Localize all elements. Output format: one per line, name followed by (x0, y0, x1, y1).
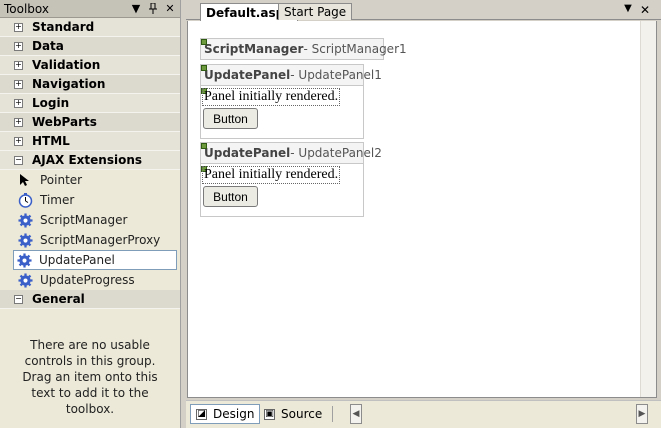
category-label: AJAX Extensions (32, 153, 143, 167)
category-label: Navigation (32, 77, 106, 91)
close-icon[interactable]: ✕ (639, 3, 651, 17)
category-ajax-extensions[interactable]: − AJAX Extensions (0, 151, 180, 170)
toolbox-header: Toolbox ▼ ✕ (0, 0, 180, 18)
category-navigation[interactable]: + Navigation (0, 75, 180, 94)
category-label: WebParts (32, 115, 97, 129)
control-id: - ScriptManager1 (303, 42, 407, 56)
toolbox-item-updatepanel[interactable]: UpdatePanel (13, 250, 177, 270)
design-view-button[interactable]: ◪ Design (190, 404, 261, 424)
source-view-button[interactable]: ▣ Source (259, 404, 327, 424)
toolbox-item-label: ScriptManagerProxy (40, 233, 161, 247)
gear-icon (17, 232, 33, 248)
control-id: - UpdatePanel2 (290, 146, 382, 160)
toolbox-item-label: Timer (40, 193, 75, 207)
scroll-right-icon[interactable]: ▶ (636, 404, 648, 424)
toolbox-title: Toolbox (4, 1, 49, 16)
updatepanel2-header[interactable]: UpdatePanel - UpdatePanel2 (200, 142, 382, 164)
control-kind: UpdatePanel (204, 68, 291, 82)
close-icon[interactable]: ✕ (163, 2, 177, 16)
category-standard[interactable]: + Standard (0, 18, 180, 37)
category-webparts[interactable]: + WebParts (0, 113, 180, 132)
dropdown-icon[interactable]: ▼ (622, 3, 634, 14)
smart-tag-icon (201, 65, 207, 71)
category-label: Standard (32, 20, 95, 34)
gear-icon (16, 252, 32, 268)
pointer-icon (17, 172, 33, 188)
expand-icon[interactable]: + (14, 136, 23, 146)
panel-button[interactable]: Button (203, 108, 258, 129)
category-label: Data (32, 39, 64, 53)
category-label: Login (32, 96, 70, 110)
dropdown-icon[interactable]: ▼ (129, 2, 143, 16)
toolbox-item-updateprogress[interactable]: UpdateProgress (0, 270, 180, 290)
category-validation[interactable]: + Validation (0, 56, 180, 75)
collapse-icon[interactable]: − (14, 155, 23, 165)
source-label: Source (281, 407, 323, 421)
pin-icon[interactable] (146, 2, 160, 16)
category-data[interactable]: + Data (0, 37, 180, 56)
design-label: Design (213, 407, 255, 421)
category-label: Validation (32, 58, 101, 72)
expand-icon[interactable]: + (14, 117, 23, 127)
gear-icon (17, 272, 33, 288)
category-label: General (32, 292, 85, 306)
category-html[interactable]: + HTML (0, 132, 180, 151)
general-empty-message[interactable]: There are no usable controls in this gro… (0, 309, 180, 417)
gear-icon (17, 212, 33, 228)
collapse-icon[interactable]: − (14, 294, 23, 304)
scriptmanager-control[interactable]: ScriptManager - ScriptManager1 (200, 38, 407, 60)
tab-bar: Default.aspx Start Page ▼ ✕ (186, 0, 661, 21)
toolbox-item-scriptmanagerproxy[interactable]: ScriptManagerProxy (0, 230, 180, 250)
vertical-scrollbar[interactable] (640, 21, 656, 397)
panel-button[interactable]: Button (203, 186, 258, 207)
panel-text: Panel initially rendered. (202, 166, 341, 184)
tab-start-page[interactable]: Start Page (278, 3, 353, 20)
document-window: Default.aspx Start Page ▼ ✕ ScriptManage… (186, 0, 661, 428)
expand-icon[interactable]: + (14, 98, 23, 108)
view-switcher-bar: ◪ Design ▣ Source ◀ ▶ (186, 400, 661, 428)
source-icon: ▣ (264, 408, 275, 420)
smart-tag-icon (201, 39, 207, 45)
smart-tag-icon (201, 143, 207, 149)
toolbox-item-timer[interactable]: Timer (0, 190, 180, 210)
category-general[interactable]: − General (0, 290, 180, 309)
timer-icon (17, 192, 33, 208)
toolbox-panel: Toolbox ▼ ✕ + Standard + Data + Validation + Na… (0, 0, 181, 428)
updatepanel2-body[interactable]: Panel initially rendered. Button (200, 164, 364, 217)
expand-icon[interactable]: + (14, 41, 23, 51)
control-id: - UpdatePanel1 (290, 68, 382, 82)
toolbox-item-scriptmanager[interactable]: ScriptManager (0, 210, 180, 230)
toolbox-item-label: UpdateProgress (40, 273, 135, 287)
design-icon: ◪ (196, 408, 207, 420)
toolbox-item-label: ScriptManager (40, 213, 128, 227)
updatepanel1-header[interactable]: UpdatePanel - UpdatePanel1 (200, 64, 382, 86)
toolbox-item-pointer[interactable]: Pointer (0, 170, 180, 190)
expand-icon[interactable]: + (14, 60, 23, 70)
control-kind: UpdatePanel (204, 146, 291, 160)
toolbox-item-label: UpdatePanel (39, 253, 115, 267)
expand-icon[interactable]: + (14, 79, 23, 89)
category-label: HTML (32, 134, 70, 148)
panel-text: Panel initially rendered. (202, 88, 341, 106)
toolbox-item-label: Pointer (40, 173, 83, 187)
control-kind: ScriptManager (204, 42, 304, 56)
scroll-left-icon[interactable]: ◀ (350, 404, 362, 424)
design-surface[interactable]: ScriptManager - ScriptManager1 UpdatePan… (187, 21, 657, 398)
expand-icon[interactable]: + (14, 22, 23, 32)
divider (332, 406, 333, 422)
updatepanel1-body[interactable]: Panel initially rendered. Button (200, 86, 364, 139)
category-login[interactable]: + Login (0, 94, 180, 113)
